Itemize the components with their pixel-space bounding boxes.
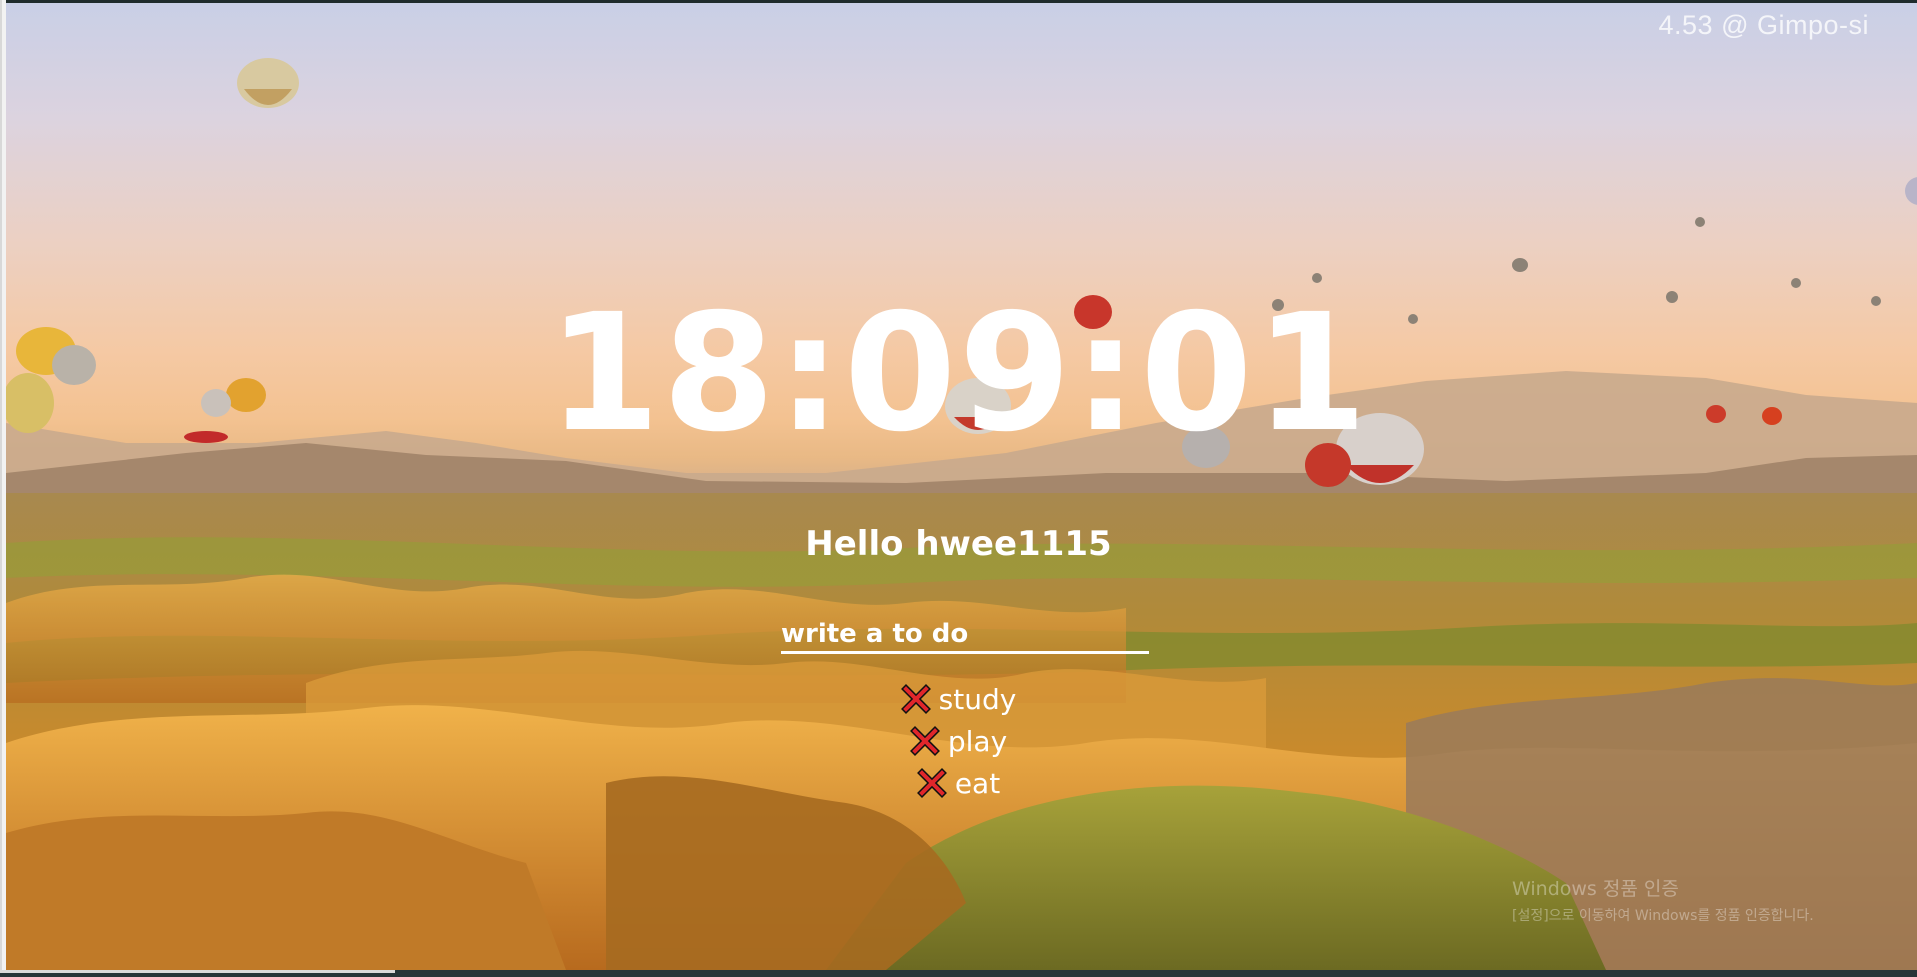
- activation-subtitle: [설정]으로 이동하여 Windows를 정품 인증합니다.: [1512, 908, 1814, 924]
- weather-city: Gimpo-si: [1756, 10, 1869, 40]
- background-image: [6, 3, 1917, 970]
- taskbar-strip: [0, 970, 1917, 977]
- greeting: Hello hwee1115: [805, 524, 1112, 564]
- todo-list: study play eat: [0, 678, 1917, 804]
- weather-widget: 4.53 @ Gimpo-si: [1659, 10, 1870, 41]
- weather-temperature: 4.53: [1658, 10, 1714, 40]
- todo-item: eat: [0, 762, 1917, 804]
- todo-input[interactable]: [781, 619, 1149, 654]
- clock: 18:09:01: [547, 280, 1370, 468]
- delete-todo-icon[interactable]: [916, 768, 947, 798]
- desktop-screen: 4.53@Gimpo-si 18:09:01 Hello hwee1115 st…: [0, 0, 1917, 977]
- todo-item-label: play: [947, 724, 1008, 758]
- delete-todo-icon[interactable]: [900, 684, 931, 714]
- delete-todo-icon[interactable]: [909, 726, 940, 756]
- todo-item: study: [0, 678, 1917, 720]
- todo-form: [781, 619, 1149, 654]
- weather-separator: @: [1721, 10, 1749, 40]
- activation-title: Windows 정품 인증: [1512, 878, 1679, 900]
- windows-activation-watermark: Windows 정품 인증 [설정]으로 이동하여 Windows를 정품 인증…: [1512, 874, 1814, 925]
- todo-item-label: study: [938, 682, 1017, 716]
- todo-item: play: [0, 720, 1917, 762]
- todo-item-label: eat: [954, 766, 1001, 800]
